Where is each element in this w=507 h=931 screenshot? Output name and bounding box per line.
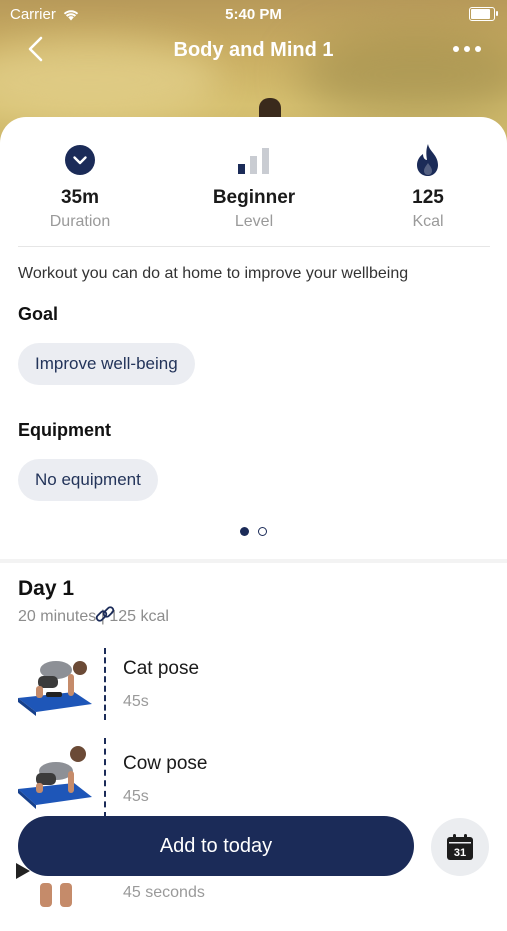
nav-bar: Body and Mind 1 [0, 28, 507, 72]
exercise-name: Cow pose [123, 753, 208, 774]
exercise-duration: 45 seconds [123, 884, 205, 901]
exercise-item[interactable]: Cat pose 45s [0, 646, 507, 741]
clock-time: 5:40 PM [225, 6, 282, 23]
status-bar: Carrier 5:40 PM [0, 0, 507, 28]
page-title: Body and Mind 1 [173, 39, 334, 61]
page-dot[interactable] [258, 527, 267, 536]
stat-level-value: Beginner [212, 187, 296, 208]
flame-icon [417, 144, 438, 176]
more-options-icon[interactable] [453, 46, 481, 52]
page-indicator[interactable] [0, 527, 507, 536]
day-title: Day 1 [18, 577, 75, 600]
exercise-thumbnail [18, 661, 92, 716]
divider [18, 246, 490, 247]
exercise-thumbnail [18, 746, 92, 809]
clock-icon [65, 145, 95, 175]
stat-level-label: Level [234, 213, 274, 230]
goal-chip: Improve well-being [18, 343, 195, 385]
stat-kcal: 125 Kcal [348, 143, 507, 231]
stat-kcal-value: 125 [412, 187, 444, 208]
calendar-day: 31 [454, 847, 466, 859]
calendar-icon: 31 [447, 834, 473, 860]
stat-kcal-label: Kcal [412, 213, 444, 230]
exercise-name: Cat pose [123, 658, 200, 679]
goal-title: Goal [18, 304, 59, 324]
battery-icon [469, 7, 498, 21]
workout-stats: 35m Duration Beginner Level 125 Kcal [0, 117, 507, 247]
exercise-duration: 45s [123, 788, 149, 805]
stat-duration-value: 35m [60, 187, 100, 208]
level-bars-icon [238, 148, 269, 174]
page-dot-active[interactable] [240, 527, 249, 536]
stat-duration-label: Duration [49, 213, 111, 230]
stat-duration: 35m Duration [0, 143, 160, 231]
workout-description: Workout you can do at home to improve yo… [18, 265, 409, 282]
calendar-button[interactable]: 31 [431, 818, 489, 876]
equipment-chip: No equipment [18, 459, 158, 501]
stat-level: Beginner Level [174, 143, 334, 231]
equipment-title: Equipment [18, 420, 111, 440]
add-to-today-button[interactable]: Add to today [18, 816, 414, 876]
section-separator [0, 559, 507, 563]
link-icon [95, 606, 115, 622]
exercise-duration: 45s [123, 693, 149, 710]
